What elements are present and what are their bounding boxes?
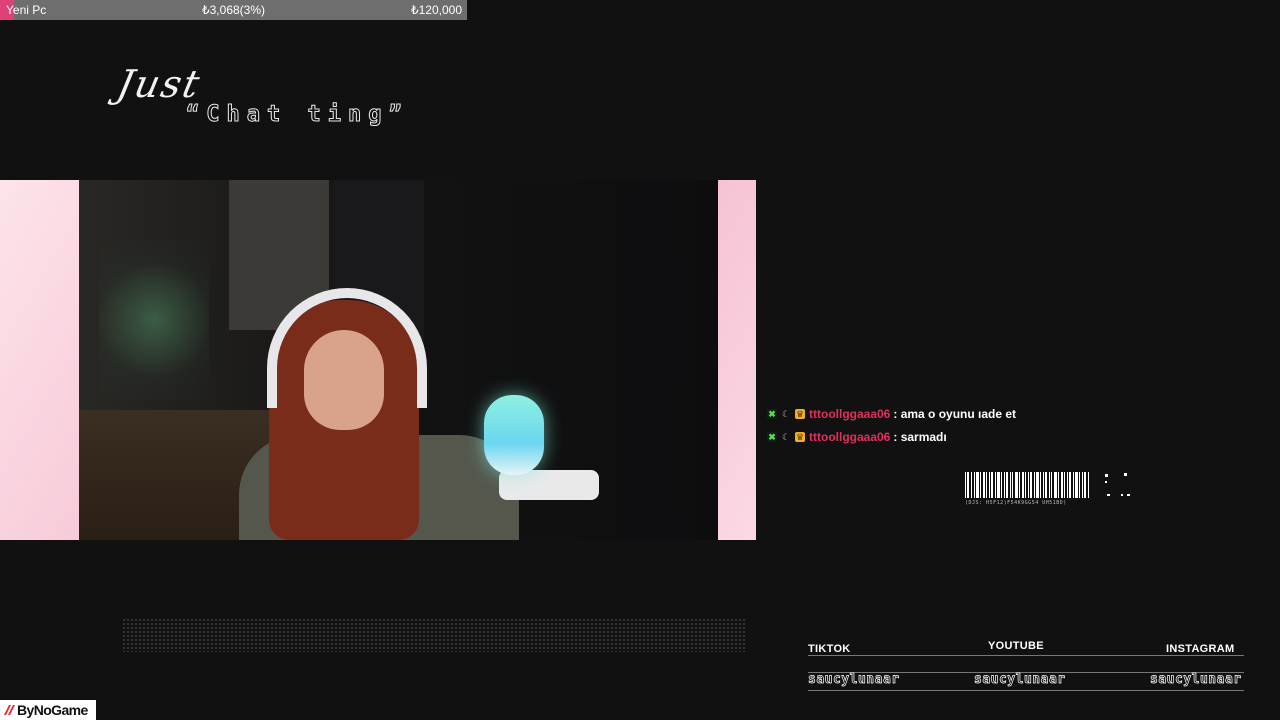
donation-goal-bar: Yeni Pc ₺3,068(3%) ₺120,000 (0, 0, 467, 20)
chat-username: tttoollggaaa06 (809, 429, 891, 444)
social-handle-youtube: saucylunaar (974, 672, 1066, 688)
crown-badge-icon: ♛ (795, 431, 805, 442)
social-handle-tiktok: saucylunaar (808, 672, 900, 688)
chat-overlay: ✖ ☾ ♛ tttoollggaaa06 : ama o oyunu ıade … (767, 402, 1247, 448)
social-label-youtube: YOUTUBE (988, 640, 1044, 652)
mod-badge-icon: ✖ (767, 408, 777, 419)
social-label-instagram: INSTAGRAM (1166, 643, 1235, 655)
stream-overlay: Yeni Pc ₺3,068(3%) ₺120,000 Just “Chat t… (0, 0, 1280, 720)
goal-name: Yeni Pc (6, 3, 47, 17)
bynogame-logo-icon (4, 705, 15, 715)
goal-current-amount: ₺3,068(3%) (202, 3, 265, 17)
chat-message: ✖ ☾ ♛ tttoollggaaa06 : ama o oyunu ıade … (767, 402, 1247, 425)
chat-username: tttoollggaaa06 (809, 406, 891, 421)
barcode-graphic (965, 472, 1089, 498)
social-divider-top (808, 655, 1244, 656)
social-handle-instagram: saucylunaar (1150, 672, 1242, 688)
microphone (484, 395, 544, 475)
decorative-dots (1105, 473, 1130, 496)
halftone-strip (122, 618, 746, 652)
barcode-caption: (DJS: H5F12)F54K9GG54 UH51BD) (965, 500, 1067, 506)
chat-message: ✖ ☾ ♛ tttoollggaaa06 : sarmadı (767, 425, 1247, 448)
webcam-frame (0, 180, 756, 540)
ambient-light (99, 240, 209, 400)
category-title-script: Just (113, 62, 206, 106)
webcam-feed (79, 180, 718, 540)
crown-badge-icon: ♛ (795, 408, 805, 419)
social-divider-bottom (808, 690, 1244, 691)
moon-badge-icon: ☾ (781, 431, 791, 442)
bynogame-logo: ByNoGame (0, 700, 96, 720)
bynogame-logo-text: ByNoGame (17, 702, 88, 718)
chat-text: : ama o oyunu ıade et (893, 406, 1017, 421)
moon-badge-icon: ☾ (781, 408, 791, 419)
mod-badge-icon: ✖ (767, 431, 777, 442)
goal-target-amount: ₺120,000 (410, 3, 462, 17)
category-title-subtitle: “Chat ting” (186, 102, 409, 128)
social-label-tiktok: TIKTOK (808, 643, 851, 655)
chat-text: : sarmadı (893, 429, 947, 444)
